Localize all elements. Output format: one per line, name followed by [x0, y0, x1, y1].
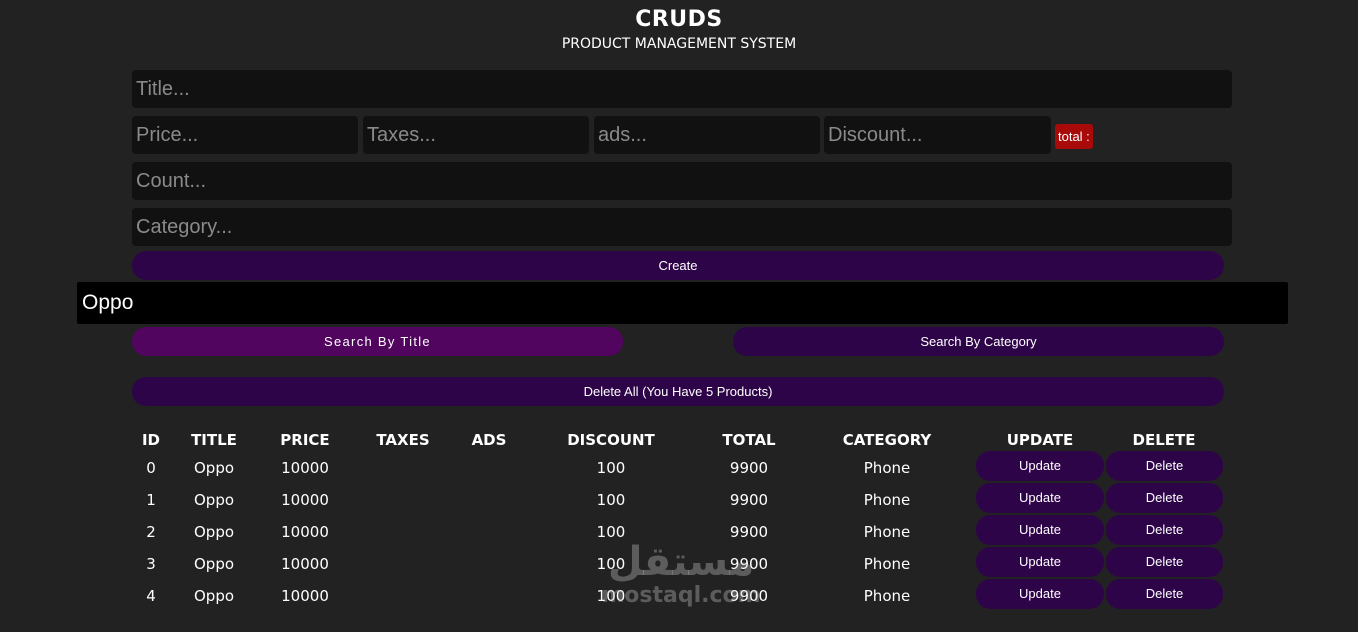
category-input[interactable] [132, 208, 1232, 246]
price-input[interactable] [132, 116, 358, 154]
title-input[interactable] [132, 70, 1232, 108]
page-subtitle: PRODUCT MANAGEMENT SYSTEM [561, 36, 797, 52]
create-button[interactable]: Create [132, 251, 1224, 280]
update-button[interactable]: Update [976, 483, 1104, 513]
cell-category: Phone [863, 523, 911, 541]
cell-id: 0 [146, 459, 156, 477]
search-by-category-button[interactable]: Search By Category [733, 327, 1224, 356]
cell-total: 9900 [729, 587, 769, 605]
cell-id: 4 [146, 587, 156, 605]
col-header-taxes: TAXES [376, 431, 430, 449]
delete-button[interactable]: Delete [1106, 483, 1223, 513]
delete-button[interactable]: Delete [1106, 451, 1223, 481]
delete-button[interactable]: Delete [1106, 515, 1223, 545]
cell-total: 9900 [729, 555, 769, 573]
ads-input[interactable] [594, 116, 820, 154]
update-button[interactable]: Update [976, 515, 1104, 545]
cell-discount: 100 [596, 555, 626, 573]
cell-category: Phone [863, 555, 911, 573]
cell-discount: 100 [596, 523, 626, 541]
delete-all-button[interactable]: Delete All (You Have 5 Products) [132, 377, 1224, 406]
cell-price: 10000 [281, 555, 329, 573]
cell-category: Phone [863, 587, 911, 605]
col-header-id: ID [141, 431, 161, 449]
cell-total: 9900 [729, 491, 769, 509]
update-button[interactable]: Update [976, 547, 1104, 577]
taxes-input[interactable] [363, 116, 589, 154]
col-header-ads: ADS [471, 431, 507, 449]
cell-title: Oppo [193, 491, 235, 509]
cell-title: Oppo [193, 459, 235, 477]
cell-price: 10000 [281, 523, 329, 541]
total-badge: total : [1055, 124, 1093, 149]
cell-id: 2 [146, 523, 156, 541]
cell-title: Oppo [193, 587, 235, 605]
discount-input[interactable] [824, 116, 1051, 154]
col-header-title: TITLE [191, 431, 237, 449]
col-header-discount: DISCOUNT [567, 431, 655, 449]
cell-id: 3 [146, 555, 156, 573]
cell-total: 9900 [729, 459, 769, 477]
cell-price: 10000 [281, 459, 329, 477]
cell-category: Phone [863, 491, 911, 509]
col-header-total: TOTAL [722, 431, 776, 449]
col-header-category: CATEGORY [842, 431, 932, 449]
cell-discount: 100 [596, 459, 626, 477]
col-header-price: PRICE [280, 431, 330, 449]
cell-discount: 100 [596, 587, 626, 605]
cell-category: Phone [863, 459, 911, 477]
delete-button[interactable]: Delete [1106, 579, 1223, 609]
delete-button[interactable]: Delete [1106, 547, 1223, 577]
cell-id: 1 [146, 491, 156, 509]
cell-title: Oppo [193, 555, 235, 573]
col-header-update: UPDATE [1006, 431, 1074, 449]
app-header: CRUDS PRODUCT MANAGEMENT SYSTEM [0, 6, 1358, 56]
cell-price: 10000 [281, 491, 329, 509]
cell-price: 10000 [281, 587, 329, 605]
page-title: CRUDS [635, 7, 723, 32]
cell-title: Oppo [193, 523, 235, 541]
count-input[interactable] [132, 162, 1232, 200]
update-button[interactable]: Update [976, 579, 1104, 609]
search-by-title-button[interactable]: Search By Title [132, 327, 623, 356]
col-header-delete: DELETE [1132, 431, 1196, 449]
search-input[interactable] [77, 282, 1288, 324]
update-button[interactable]: Update [976, 451, 1104, 481]
cell-discount: 100 [596, 491, 626, 509]
cell-total: 9900 [729, 523, 769, 541]
